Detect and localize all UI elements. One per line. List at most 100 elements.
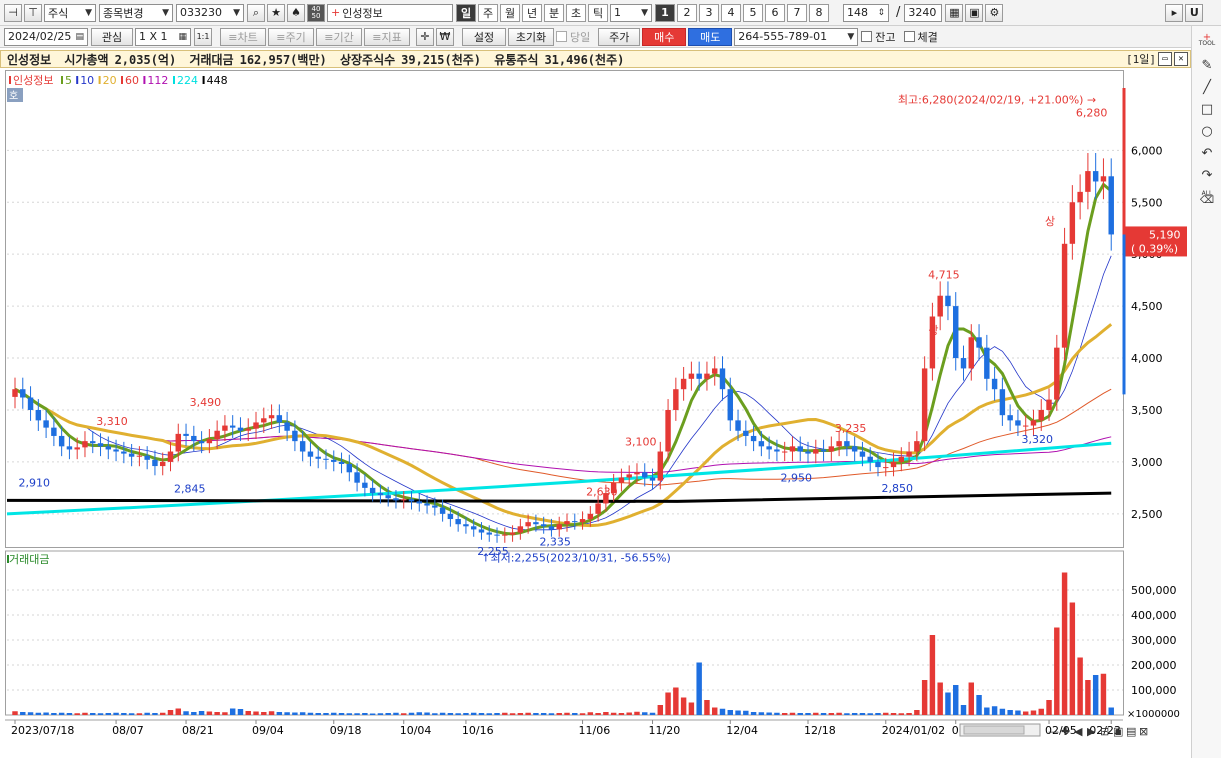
volume-panel-title: 거래대금 [9, 553, 49, 566]
market-type-select[interactable]: 주식 ▼ [44, 3, 96, 22]
redo-icon[interactable]: ↷ [1198, 166, 1216, 184]
u-button[interactable]: U [1185, 3, 1204, 22]
num-2-button[interactable]: 2 [677, 3, 697, 22]
candle-body [502, 534, 508, 536]
candle-body [159, 461, 166, 467]
num-6-button[interactable]: 6 [765, 3, 785, 22]
won-button[interactable]: ₩ [436, 27, 454, 46]
period-minute[interactable]: 분 [544, 3, 564, 22]
pencil-icon[interactable]: ✎ [1198, 56, 1216, 74]
period-second[interactable]: 초 [566, 3, 586, 22]
chart-menu-button[interactable]: ≡차트 [220, 27, 266, 46]
listed-shares-value: 39,215(천주) [401, 52, 482, 67]
volume-bar [828, 713, 835, 715]
gear-icon[interactable]: ⚙ [985, 3, 1004, 22]
balance-checkbox[interactable]: 잔고 [861, 29, 896, 45]
count-stepper[interactable]: 148 ⇕ [843, 3, 889, 22]
close-icon[interactable]: ✕ [1174, 52, 1188, 66]
one-to-one-button[interactable]: 1:1 [194, 27, 212, 46]
num-5-button[interactable]: 5 [743, 3, 763, 22]
chevron-down-icon: ▼ [847, 31, 855, 42]
account-select[interactable]: 264-555-789-01 ▼ [734, 27, 859, 46]
layout-select[interactable]: 1 X 1 ▦ [135, 27, 191, 46]
num-8-button[interactable]: 8 [809, 3, 829, 22]
num-4-button[interactable]: 4 [721, 3, 741, 22]
period-week[interactable]: 주 [478, 3, 498, 22]
close-icon[interactable]: ⊠ [1139, 725, 1148, 738]
range-menu-button[interactable]: ≡기간 [316, 27, 362, 46]
crosshair-icon[interactable]: ✛ [416, 27, 434, 46]
period-tick[interactable]: 틱 [588, 3, 608, 22]
erase-all-icon[interactable]: ALL ⌫ [1198, 188, 1216, 206]
date-field[interactable]: 2024/02/25 ▤ [4, 27, 88, 46]
sameday-label: 당일 [570, 30, 591, 44]
volume-bar [20, 712, 26, 715]
save-icon[interactable]: ▣ [1113, 725, 1123, 738]
panel-controls: [1일] ▭ ✕ [1126, 51, 1188, 67]
num-7-button[interactable]: 7 [787, 3, 807, 22]
rectangle-tool-icon[interactable]: □ [1198, 100, 1216, 118]
pin-button[interactable]: ⊣ [4, 3, 22, 22]
stock-info-bar: 인성정보 시가총액 2,035(억) 거래대금 162,957(백만) 상장주식수 3… [0, 50, 1191, 68]
num-1-button[interactable]: 1 [655, 3, 675, 22]
spade-icon[interactable]: ♠ [287, 3, 305, 22]
legend-item: 20 [103, 74, 117, 87]
buy-button[interactable]: 매수 [642, 27, 687, 46]
trade-amount-value: 162,957(백만) [239, 52, 327, 67]
setting-button[interactable]: 설정 [462, 27, 506, 46]
top-button[interactable]: ⊤ [24, 3, 42, 22]
sameday-checkbox[interactable]: 당일 [556, 29, 590, 45]
indicator-menu-button[interactable]: ≡지표 [364, 27, 410, 46]
export-icon[interactable]: ⊟ [1100, 725, 1109, 738]
main-toolbar: ⊣ ⊤ 주식 ▼ 종목변경 ▼ 033230 ▼ ⌕ ★ ♠ 40 50 + 인성정보 일… [0, 0, 1221, 26]
moving-average-112 [14, 388, 1112, 474]
volume-bar [214, 712, 220, 715]
period-menu-button[interactable]: ≡주기 [268, 27, 314, 46]
candle-body [758, 441, 765, 447]
candle-body [401, 499, 407, 501]
volume-bar [206, 711, 213, 715]
period-year[interactable]: 년 [522, 3, 542, 22]
volume-bar [276, 712, 283, 715]
tool-menu-icon[interactable]: + TOOL [1198, 32, 1216, 50]
num-3-button[interactable]: 3 [699, 3, 719, 22]
search-icon[interactable]: ⌕ [247, 3, 265, 22]
volume-bar [1015, 710, 1021, 715]
zoom-in-icon[interactable]: ✚ [1061, 725, 1070, 738]
stock-chart[interactable]: 인성정보 5 10 20 60 112 224 448 호 2,500 3,000 3,500 4,00… [5, 70, 1190, 754]
price-button[interactable]: 주가 [598, 27, 641, 46]
price-annotation: 3,310 [96, 415, 128, 428]
play-icon[interactable]: ▸ [1165, 3, 1184, 22]
star-icon[interactable]: ★ [267, 3, 285, 22]
sell-button[interactable]: 매도 [688, 27, 733, 46]
volume-bar [898, 713, 905, 715]
undo-icon[interactable]: ↶ [1198, 144, 1216, 162]
reset-button[interactable]: 초기화 [508, 27, 554, 46]
ratio-icon[interactable]: 40 50 [307, 3, 325, 22]
stock-name-field[interactable]: + 인성정보 [327, 3, 453, 22]
period-day[interactable]: 일 [456, 3, 476, 22]
period-value-select[interactable]: 1 ▼ [610, 3, 652, 22]
moving-average-448 [6, 491, 1112, 503]
executed-checkbox[interactable]: 체결 [903, 29, 938, 45]
save-icon[interactable]: ▣ [965, 3, 984, 22]
grid-icon[interactable]: ▦ [945, 3, 964, 22]
period-month[interactable]: 월 [500, 3, 520, 22]
line-tool-icon[interactable]: ╱ [1198, 78, 1216, 96]
chart-area[interactable]: 인성정보 5 10 20 60 112 224 448 호 2,500 3,000 3,500 4,00… [5, 70, 1190, 754]
info-stock-name: 인성정보 [7, 52, 52, 67]
pause-icon[interactable]: ◀ [1074, 725, 1083, 738]
interest-button[interactable]: 관심 [91, 27, 133, 46]
play-icon[interactable]: ▶ [1087, 725, 1096, 738]
restore-icon[interactable]: ▭ [1158, 52, 1172, 66]
volume-bar [51, 713, 57, 715]
circle-tool-icon[interactable]: ○ [1198, 122, 1216, 140]
x-tick-label: 09/04 [252, 724, 284, 737]
candle-body [416, 501, 423, 504]
volume-bar [121, 713, 127, 715]
zoom-out-icon[interactable]: — [1048, 725, 1059, 738]
change-item-select[interactable]: 종목변경 ▼ [99, 3, 173, 22]
stock-code-input[interactable]: 033230 ▼ [176, 3, 244, 22]
print-icon[interactable]: ▤ [1126, 725, 1136, 738]
candle-body [836, 441, 842, 447]
